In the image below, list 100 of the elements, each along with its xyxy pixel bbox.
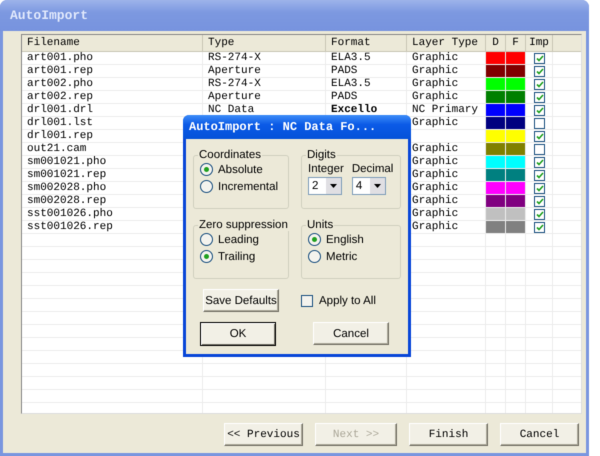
import-checkbox[interactable] xyxy=(534,208,545,220)
import-checkbox[interactable] xyxy=(534,78,545,90)
color-swatch[interactable] xyxy=(486,156,505,168)
radio-button[interactable]: Absolute xyxy=(200,163,282,176)
import-checkbox[interactable] xyxy=(534,66,545,76)
dialog-button[interactable]: OK xyxy=(200,322,276,346)
import-checkbox[interactable] xyxy=(534,170,545,180)
table-cell: RS-274-X xyxy=(208,78,261,90)
color-swatch[interactable] xyxy=(506,91,525,103)
wizard-button[interactable]: Finish xyxy=(409,423,488,446)
color-swatch[interactable] xyxy=(486,91,505,103)
dropdown[interactable]: 2 xyxy=(308,177,342,195)
dialog-title: AutoImport : NC Data Fo... xyxy=(189,120,376,134)
table-cell: Graphic xyxy=(412,169,458,181)
import-checkbox[interactable] xyxy=(534,196,545,206)
dropdown[interactable]: 4 xyxy=(352,177,386,195)
color-swatch[interactable] xyxy=(486,104,505,116)
radio-label: Incremental xyxy=(218,180,278,192)
table-cell: Graphic xyxy=(412,182,458,194)
radio-label: Absolute xyxy=(218,164,263,176)
window-title: AutoImport xyxy=(10,8,88,23)
radio-label: Trailing xyxy=(218,250,256,262)
column-header[interactable]: Format xyxy=(326,35,407,51)
color-swatch[interactable] xyxy=(506,182,525,194)
color-swatch[interactable] xyxy=(486,195,505,207)
table-cell: sm002028.pho xyxy=(27,182,106,194)
table-cell: Graphic xyxy=(412,221,458,233)
color-swatch[interactable] xyxy=(486,78,505,90)
color-swatch[interactable] xyxy=(486,117,505,129)
import-checkbox[interactable] xyxy=(534,92,545,102)
table-cell: PADS xyxy=(331,91,358,103)
color-swatch[interactable] xyxy=(506,130,525,142)
import-checkbox[interactable] xyxy=(534,182,545,194)
table-cell: Aperture xyxy=(208,65,261,77)
color-swatch[interactable] xyxy=(506,195,525,207)
radio-indicator[interactable] xyxy=(200,250,213,263)
radio-indicator[interactable] xyxy=(200,233,213,246)
color-swatch[interactable] xyxy=(506,221,525,233)
radio-button[interactable]: Leading xyxy=(200,233,282,246)
color-swatch[interactable] xyxy=(506,78,525,90)
wizard-button[interactable]: Cancel xyxy=(500,423,579,446)
radio-button[interactable]: English xyxy=(308,233,394,246)
column-header[interactable]: Layer Type xyxy=(407,35,486,51)
color-swatch[interactable] xyxy=(506,143,525,155)
import-checkbox[interactable] xyxy=(534,118,545,128)
table-cell: ELA3.5 xyxy=(331,78,371,90)
checkbox[interactable]: Apply to All xyxy=(301,289,401,312)
table-cell: sm001021.rep xyxy=(27,169,106,181)
table-cell: NC Data xyxy=(208,104,254,116)
color-swatch[interactable] xyxy=(486,169,505,181)
radio-indicator[interactable] xyxy=(308,233,321,246)
color-swatch[interactable] xyxy=(486,130,505,142)
radio-indicator[interactable] xyxy=(200,163,213,176)
import-checkbox[interactable] xyxy=(534,156,545,168)
checkbox-box[interactable] xyxy=(301,294,313,306)
table-cell: Graphic xyxy=(412,78,458,90)
column-header[interactable]: F xyxy=(506,35,526,51)
color-swatch[interactable] xyxy=(506,208,525,220)
radio-indicator[interactable] xyxy=(200,180,213,193)
color-swatch[interactable] xyxy=(486,221,505,233)
color-swatch[interactable] xyxy=(506,117,525,129)
dialog-button[interactable]: Cancel xyxy=(313,322,389,345)
color-swatch[interactable] xyxy=(506,156,525,168)
radio-button[interactable]: Trailing xyxy=(200,250,282,263)
import-checkbox[interactable] xyxy=(534,52,545,64)
save-defaults-button[interactable]: Save Defaults xyxy=(203,289,279,312)
wizard-button[interactable]: << Previous xyxy=(224,423,303,446)
color-swatch[interactable] xyxy=(486,65,505,77)
import-checkbox[interactable] xyxy=(534,222,545,232)
radio-label: English xyxy=(326,234,364,246)
radio-button[interactable]: Metric xyxy=(308,250,394,263)
color-swatch[interactable] xyxy=(506,104,525,116)
column-header[interactable]: D xyxy=(486,35,506,51)
checkbox-label: Apply to All xyxy=(319,294,376,306)
table-cell: Graphic xyxy=(412,117,458,129)
radio-label: Leading xyxy=(218,234,259,246)
table-cell: out21.cam xyxy=(27,143,86,155)
import-checkbox[interactable] xyxy=(534,104,545,116)
column-header[interactable]: Type xyxy=(203,35,326,51)
table-cell: Graphic xyxy=(412,52,458,64)
radio-indicator[interactable] xyxy=(308,250,321,263)
group-label: Digits xyxy=(306,149,337,161)
color-swatch[interactable] xyxy=(486,52,505,64)
import-checkbox[interactable] xyxy=(534,144,545,154)
radio-button[interactable]: Incremental xyxy=(200,180,282,193)
table-cell: sst001026.pho xyxy=(27,208,113,220)
color-swatch[interactable] xyxy=(486,182,505,194)
column-header[interactable]: Imp xyxy=(526,35,553,51)
color-swatch[interactable] xyxy=(506,52,525,64)
color-swatch[interactable] xyxy=(486,143,505,155)
table-cell: NC Primary xyxy=(412,104,478,116)
column-header[interactable]: Filename xyxy=(22,35,203,51)
color-swatch[interactable] xyxy=(506,169,525,181)
table-cell: Graphic xyxy=(412,91,458,103)
dropdown-label: Integer xyxy=(308,163,344,175)
color-swatch[interactable] xyxy=(486,208,505,220)
import-checkbox[interactable] xyxy=(534,130,545,142)
table-cell: Aperture xyxy=(208,91,261,103)
color-swatch[interactable] xyxy=(506,65,525,77)
caret-icon xyxy=(330,184,337,188)
